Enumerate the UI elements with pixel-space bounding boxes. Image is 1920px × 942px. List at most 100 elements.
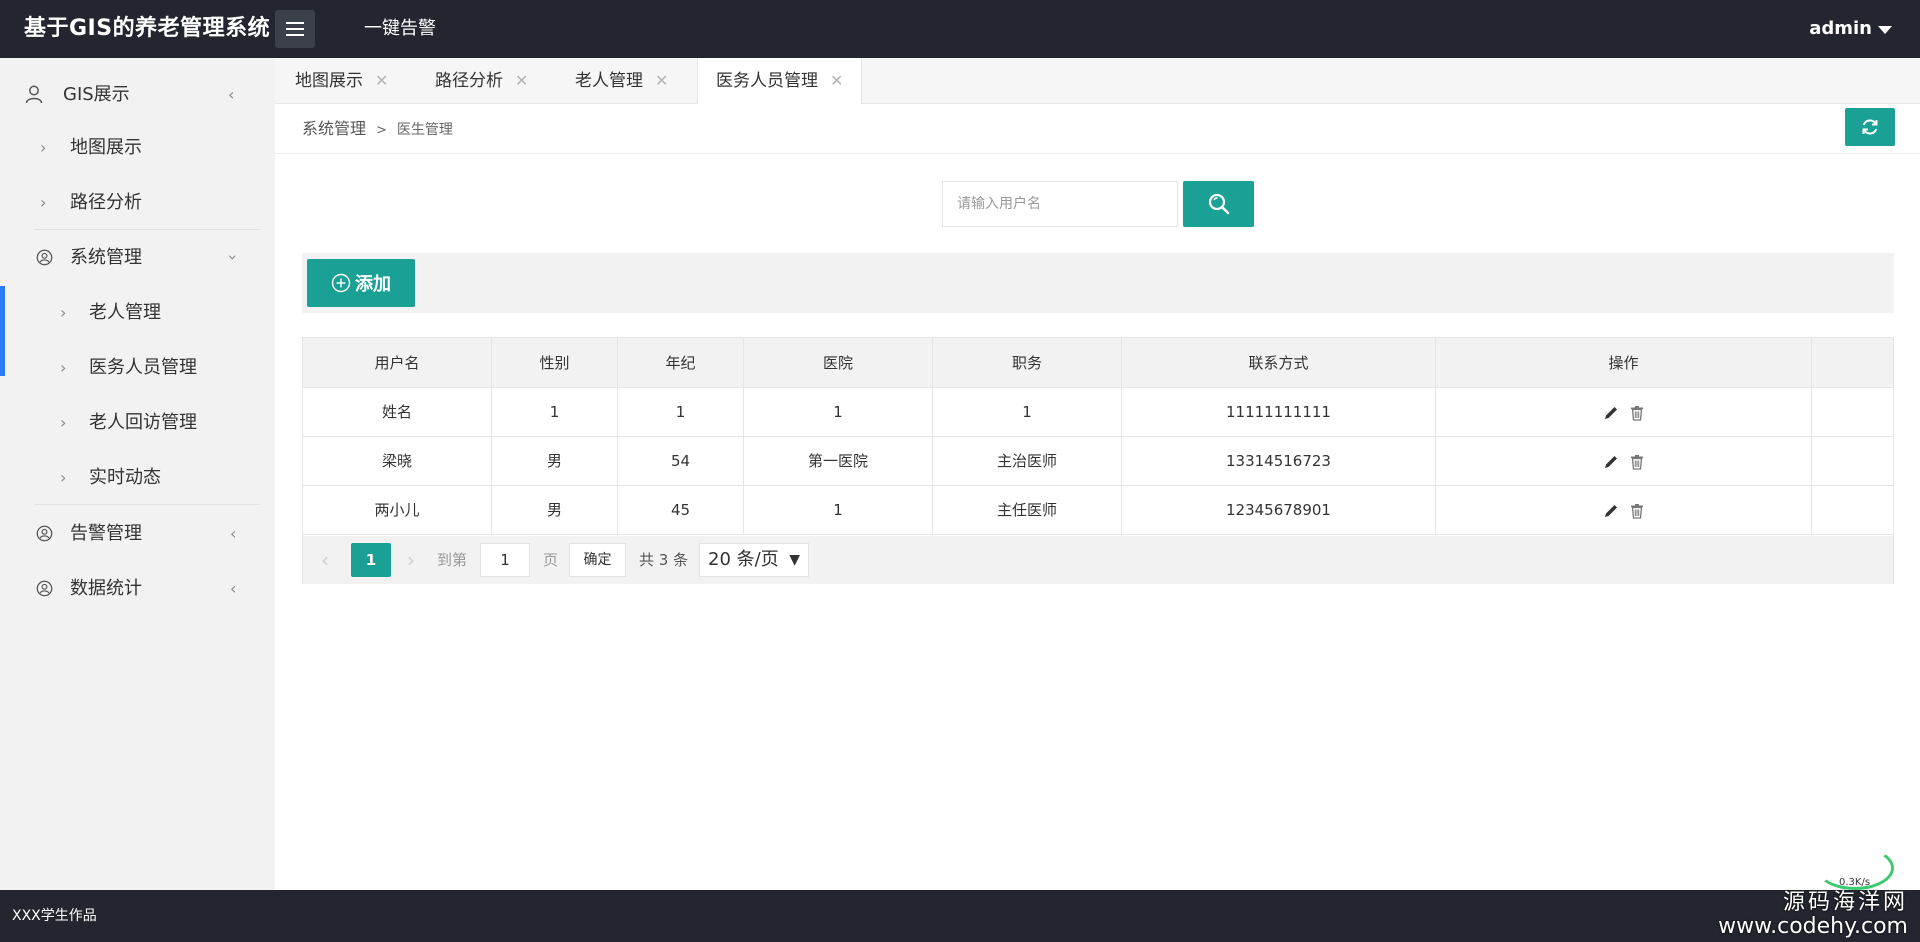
table-row: 梁晓 男 54 第一医院 主治医师 13314516723 xyxy=(303,437,1893,486)
sidebar-item-route[interactable]: › 路径分析 xyxy=(0,175,275,230)
table-cell: 13314516723 xyxy=(1122,437,1436,486)
sidebar-item-label: 告警管理 xyxy=(70,523,142,544)
table-cell-actions xyxy=(1436,388,1812,437)
tab-elderly[interactable]: 老人管理 ✕ xyxy=(575,58,668,104)
page-size-value: 20 条/页 xyxy=(708,549,779,570)
add-button[interactable]: 添加 xyxy=(307,259,415,307)
goto-label: 到第 xyxy=(437,551,468,569)
prev-page-icon[interactable]: ‹ xyxy=(321,543,329,577)
sidebar-item-gis[interactable]: GIS展示 ‹ xyxy=(0,67,275,122)
sidebar-item-statistics[interactable]: 数据统计 ‹ xyxy=(0,561,275,616)
total-count: 共 3 条 xyxy=(639,551,689,569)
search-icon xyxy=(1208,193,1229,215)
table-cell: 梁晓 xyxy=(303,437,492,486)
sidebar-item-label: GIS展示 xyxy=(63,84,130,105)
refresh-button[interactable] xyxy=(1845,108,1895,146)
close-icon[interactable]: ✕ xyxy=(655,71,668,90)
sidebar-item-alarm[interactable]: 告警管理 ‹ xyxy=(0,506,275,561)
table-cell: 1 xyxy=(744,486,933,535)
sidebar-toggle-button[interactable] xyxy=(275,10,315,48)
chevron-left-icon: ‹ xyxy=(228,85,235,104)
refresh-icon xyxy=(1862,119,1878,135)
chevron-down-icon: › xyxy=(223,254,243,261)
chevron-right-icon: › xyxy=(60,358,67,377)
sidebar-item-label: 老人回访管理 xyxy=(89,412,197,433)
table-cell: 姓名 xyxy=(303,388,492,437)
delete-icon[interactable] xyxy=(1628,404,1646,422)
search-button[interactable] xyxy=(1183,181,1254,227)
edit-icon[interactable] xyxy=(1602,502,1620,520)
page-size-select[interactable]: 20 条/页 ▼ xyxy=(699,543,809,577)
tab-label: 医务人员管理 xyxy=(716,71,818,91)
breadcrumb-parent[interactable]: 系统管理 xyxy=(302,119,366,138)
chevron-left-icon: ‹ xyxy=(230,524,237,543)
table-cell: 1 xyxy=(618,388,744,437)
user-name: admin xyxy=(1809,18,1872,39)
page-button-current[interactable]: 1 xyxy=(351,543,391,577)
delete-icon[interactable] xyxy=(1628,502,1646,520)
table-header: 用户名 性别 年纪 医院 职务 联系方式 操作 xyxy=(303,338,1893,388)
user-menu[interactable]: admin xyxy=(1809,0,1892,58)
edit-icon[interactable] xyxy=(1602,404,1620,422)
one-click-alarm-button[interactable]: 一键告警 xyxy=(364,0,436,58)
next-page-icon[interactable]: › xyxy=(407,543,415,577)
net-speed-value: 0.3K/s xyxy=(1839,877,1871,888)
top-header: 基于GIS的养老管理系统 一键告警 admin xyxy=(0,0,1920,58)
app-title: 基于GIS的养老管理系统 xyxy=(24,16,271,41)
column-header: 职务 xyxy=(933,338,1122,388)
chevron-right-icon: › xyxy=(60,413,67,432)
sidebar-item-elderly[interactable]: › 老人管理 xyxy=(0,285,275,340)
table-cell: 54 xyxy=(618,437,744,486)
tab-label: 路径分析 xyxy=(435,71,503,91)
close-icon[interactable]: ✕ xyxy=(375,71,388,90)
table-cell: 主治医师 xyxy=(933,437,1122,486)
tab-map[interactable]: 地图展示 ✕ xyxy=(295,58,388,104)
column-header: 年纪 xyxy=(618,338,744,388)
user-circle-icon xyxy=(36,249,53,266)
sidebar: GIS展示 ‹ › 地图展示 › 路径分析 系统管理 › › 老人管理 › 医务… xyxy=(0,58,275,890)
sidebar-item-label: 地图展示 xyxy=(70,137,142,158)
chevron-right-icon: › xyxy=(40,193,47,212)
sidebar-item-label: 数据统计 xyxy=(70,578,142,599)
column-header: 联系方式 xyxy=(1122,338,1436,388)
footer: XXX学生作品 源码海洋网 www.codehy.com xyxy=(0,890,1920,942)
table-cell: 1 xyxy=(933,388,1122,437)
goto-confirm-button[interactable]: 确定 xyxy=(569,543,626,577)
watermark: 源码海洋网 www.codehy.com xyxy=(1718,891,1908,939)
column-header: 医院 xyxy=(744,338,933,388)
watermark-title: 源码海洋网 xyxy=(1782,890,1908,915)
search-input[interactable] xyxy=(942,181,1178,227)
close-icon[interactable]: ✕ xyxy=(515,71,528,90)
tab-route[interactable]: 路径分析 ✕ xyxy=(435,58,528,104)
page-unit-label: 页 xyxy=(543,551,559,569)
sidebar-item-revisit[interactable]: › 老人回访管理 xyxy=(0,395,275,450)
column-header: 性别 xyxy=(492,338,618,388)
breadcrumb: 系统管理 > 医生管理 xyxy=(302,104,453,154)
table-cell: 男 xyxy=(492,437,618,486)
sidebar-item-system[interactable]: 系统管理 › xyxy=(0,230,275,285)
table-cell-actions xyxy=(1436,486,1812,535)
sidebar-item-map[interactable]: › 地图展示 xyxy=(0,120,275,175)
delete-icon[interactable] xyxy=(1628,453,1646,471)
sidebar-item-realtime[interactable]: › 实时动态 xyxy=(0,450,275,505)
table-cell: 1 xyxy=(492,388,618,437)
table-row: 姓名 1 1 1 1 11111111111 xyxy=(303,388,1893,437)
sidebar-item-medical-staff[interactable]: › 医务人员管理 xyxy=(0,340,275,395)
table-cell: 两小儿 xyxy=(303,486,492,535)
tab-label: 老人管理 xyxy=(575,71,643,91)
chevron-right-icon: › xyxy=(60,303,67,322)
column-header: 操作 xyxy=(1436,338,1812,388)
tab-medical-staff[interactable]: 医务人员管理 ✕ xyxy=(697,58,863,105)
table-cell: 12345678901 xyxy=(1122,486,1436,535)
pagination: ‹ 1 › 到第 页 确定 共 3 条 20 条/页 ▼ xyxy=(303,536,1893,584)
table-cell: 11111111111 xyxy=(1122,388,1436,437)
footer-credit: XXX学生作品 xyxy=(12,908,97,924)
add-button-label: 添加 xyxy=(355,274,391,295)
sidebar-item-label: 医务人员管理 xyxy=(89,357,197,378)
table-cell: 主任医师 xyxy=(933,486,1122,535)
edit-icon[interactable] xyxy=(1602,453,1620,471)
goto-page-input[interactable] xyxy=(480,543,530,577)
tab-bar: 地图展示 ✕ 路径分析 ✕ 老人管理 ✕ 医务人员管理 ✕ xyxy=(275,58,1920,105)
table-toolbar: 添加 xyxy=(302,253,1894,313)
close-icon[interactable]: ✕ xyxy=(830,71,843,90)
